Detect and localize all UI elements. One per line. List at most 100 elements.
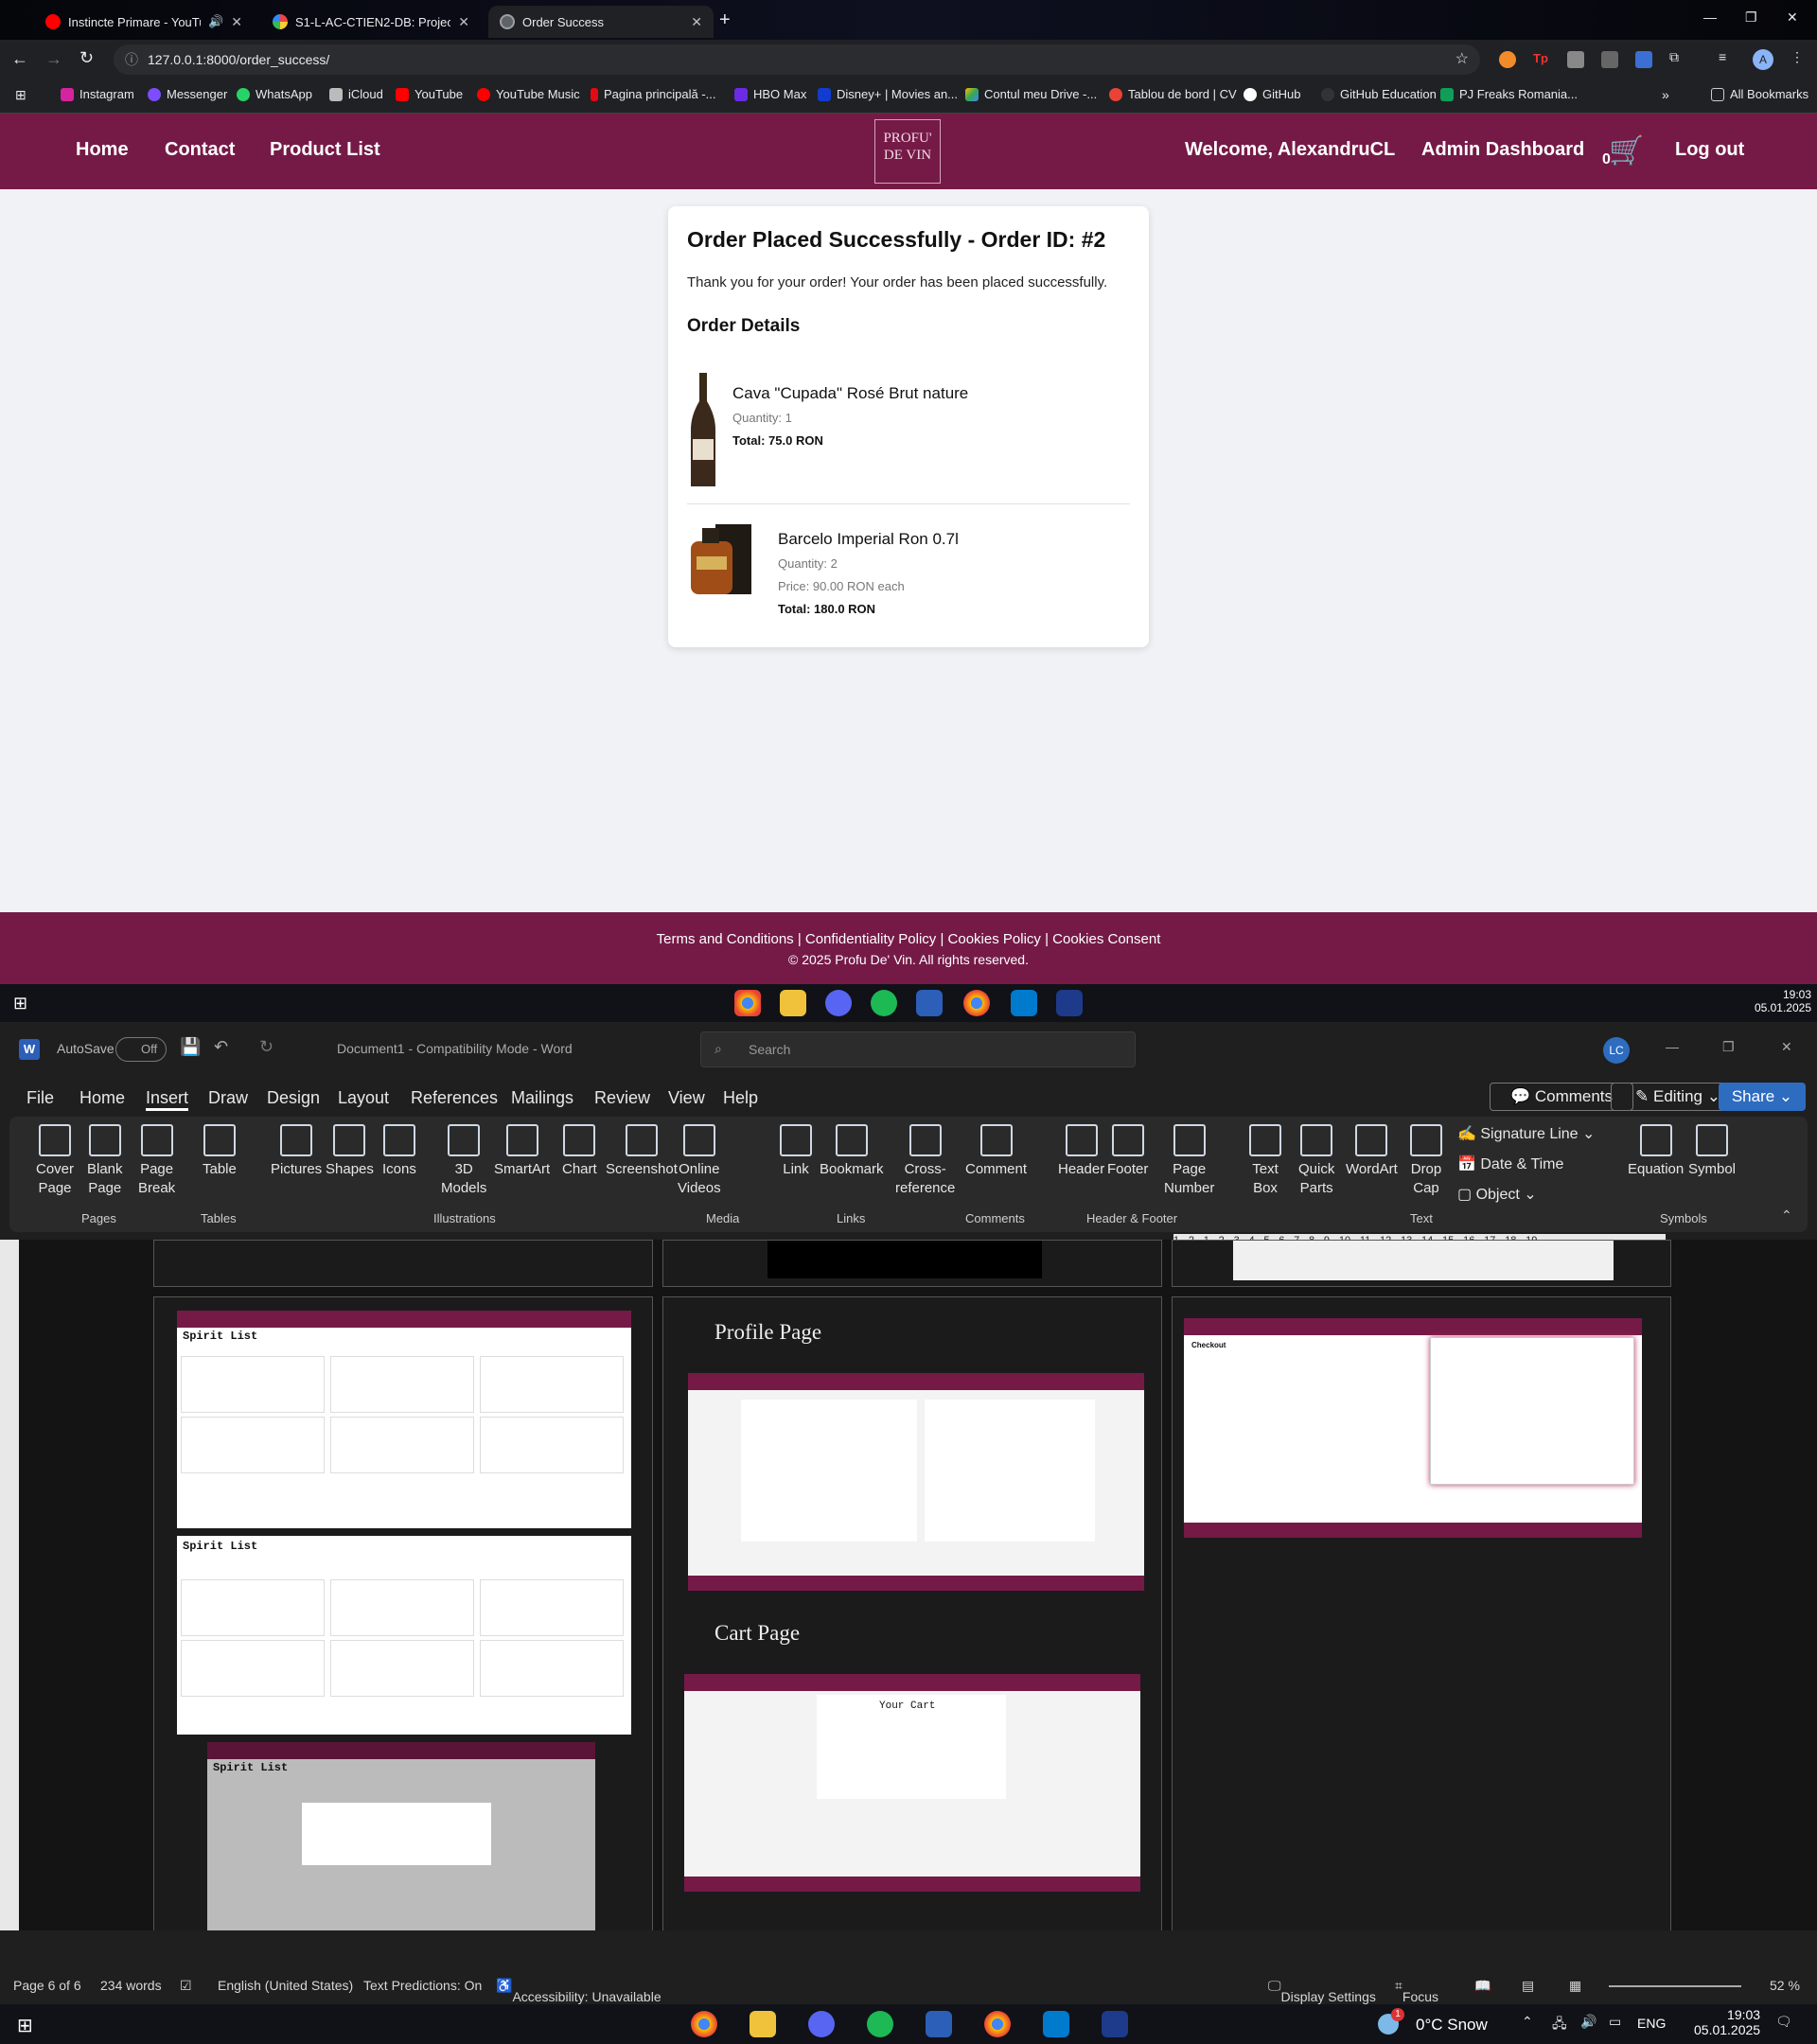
ribbon-button-online-videos[interactable]: Online Videos <box>678 1124 721 1198</box>
ribbon-button-page-break[interactable]: Page Break <box>138 1124 175 1198</box>
ribbon-button-blank-page[interactable]: Blank Page <box>87 1124 123 1198</box>
word-search-box[interactable]: ⌕ Search <box>700 1031 1136 1067</box>
close-tab-icon[interactable]: ✕ <box>691 14 702 30</box>
ribbon-button-table[interactable]: Table <box>203 1124 237 1179</box>
status-accessibility[interactable]: ♿ Accessibility: Unavailable <box>496 1978 662 2004</box>
windows-start-icon[interactable]: ⊞ <box>13 994 27 1013</box>
menu-draw[interactable]: Draw <box>208 1088 248 1108</box>
powershell-icon[interactable] <box>1056 990 1083 1016</box>
share-button[interactable]: Share ⌄ <box>1719 1083 1806 1111</box>
status-language[interactable]: English (United States) <box>218 1978 353 1993</box>
nav-logout[interactable]: Log out <box>1675 139 1744 161</box>
minimize-icon[interactable]: — <box>1703 9 1717 25</box>
bookmark-disney[interactable]: Disney+ | Movies an... <box>818 87 958 101</box>
speaker-icon[interactable]: 🔊 <box>208 14 223 29</box>
bookmark-github-education[interactable]: GitHub Education <box>1321 87 1437 101</box>
notifications-icon[interactable]: 🗨 <box>1775 2014 1792 2030</box>
ribbon-button-quick-parts[interactable]: Quick Parts <box>1298 1124 1334 1198</box>
object-button[interactable]: ▢ Object ⌄ <box>1457 1185 1537 1204</box>
word-icon[interactable] <box>916 990 943 1016</box>
bookmark-youtube-music[interactable]: YouTube Music <box>477 87 580 101</box>
nav-product-list[interactable]: Product List <box>270 139 380 161</box>
vertical-ruler[interactable] <box>0 1240 19 1930</box>
bookmark-netflix[interactable]: Pagina principală -... <box>591 87 716 101</box>
status-display-settings[interactable]: 🖵 Display Settings <box>1268 1978 1376 2004</box>
word-icon[interactable] <box>926 2011 952 2037</box>
ribbon-button-shapes[interactable]: Shapes <box>326 1124 374 1179</box>
spotify-icon[interactable] <box>867 2011 893 2037</box>
ribbon-button-text-box[interactable]: Text Box <box>1249 1124 1281 1198</box>
ribbon-button-header[interactable]: Header <box>1058 1124 1104 1179</box>
redo-icon[interactable]: ↻ <box>259 1037 273 1057</box>
bookmark-hbo-max[interactable]: HBO Max <box>734 87 806 101</box>
bookmark-drive[interactable]: Contul meu Drive -... <box>965 87 1097 101</box>
ribbon-button-link[interactable]: Link <box>780 1124 812 1179</box>
proofing-icon[interactable]: ☑ <box>180 1978 192 1994</box>
minimize-icon[interactable]: — <box>1666 1039 1679 1054</box>
ribbon-button-icons[interactable]: Icons <box>382 1124 416 1179</box>
ribbon-button-page-number[interactable]: Page Number <box>1164 1124 1214 1198</box>
footer-links[interactable]: Terms and Conditions | Confidentiality P… <box>0 931 1817 947</box>
extension-icon[interactable] <box>1567 51 1584 68</box>
ribbon-button-pictures[interactable]: Pictures <box>271 1124 322 1179</box>
menu-mailings[interactable]: Mailings <box>511 1088 573 1108</box>
new-tab-icon[interactable]: + <box>719 9 731 31</box>
ribbon-button-symbol[interactable]: Symbol <box>1688 1124 1736 1179</box>
close-icon[interactable]: ✕ <box>1781 1039 1792 1055</box>
status-page[interactable]: Page 6 of 6 <box>13 1978 81 1993</box>
document-canvas[interactable]: Spirit List Spirit List Spirit List Prof… <box>0 1240 1817 1930</box>
ribbon-button-equation[interactable]: Equation <box>1628 1124 1684 1179</box>
undo-icon[interactable]: ↶ <box>214 1037 228 1057</box>
profile-avatar[interactable]: A <box>1753 49 1773 70</box>
apps-grid-icon[interactable]: ⊞ <box>15 87 26 103</box>
ribbon-button-bookmark[interactable]: Bookmark <box>820 1124 884 1179</box>
more-bookmarks-icon[interactable]: » <box>1662 87 1669 102</box>
battery-icon[interactable]: ▭ <box>1609 2014 1621 2030</box>
star-icon[interactable]: ☆ <box>1455 44 1469 75</box>
menu-insert[interactable]: Insert <box>146 1088 189 1111</box>
ribbon-button-chart[interactable]: Chart <box>562 1124 597 1179</box>
menu-home[interactable]: Home <box>79 1088 125 1108</box>
ribbon-button-wordart[interactable]: WordArt <box>1346 1124 1398 1179</box>
bookmark-pj-freaks[interactable]: PJ Freaks Romania... <box>1440 87 1578 101</box>
ribbon-button-cross-reference[interactable]: Cross-reference <box>895 1124 955 1198</box>
signature-line-button[interactable]: ✍ Signature Line ⌄ <box>1457 1124 1595 1143</box>
extensions-puzzle-icon[interactable]: ⧉ <box>1669 49 1679 65</box>
menu-file[interactable]: File <box>26 1088 54 1108</box>
chrome-icon[interactable] <box>734 990 761 1016</box>
extension-icon[interactable] <box>1601 51 1618 68</box>
status-focus[interactable]: ⌗ Focus <box>1395 1978 1438 2004</box>
chrome-icon[interactable] <box>963 990 990 1016</box>
chrome-icon[interactable] <box>984 2011 1011 2037</box>
weather-text[interactable]: 0°C Snow <box>1416 2016 1488 2035</box>
zoom-slider[interactable] <box>1609 1985 1741 1987</box>
user-avatar[interactable]: LC <box>1603 1037 1630 1064</box>
forward-icon[interactable]: → <box>45 49 62 69</box>
close-tab-icon[interactable]: ✕ <box>231 14 242 30</box>
windows-start-icon[interactable]: ⊞ <box>17 2014 33 2037</box>
bookmark-github[interactable]: GitHub <box>1244 87 1300 101</box>
file-explorer-icon[interactable] <box>750 2011 776 2037</box>
bookmark-icloud[interactable]: iCloud <box>329 87 383 101</box>
autosave-toggle[interactable]: Off <box>115 1037 167 1062</box>
bookmark-instagram[interactable]: Instagram <box>61 87 134 101</box>
read-mode-icon[interactable]: 📖 <box>1474 1978 1491 1994</box>
vscode-icon[interactable] <box>1011 990 1037 1016</box>
date-time-button[interactable]: 📅 Date & Time <box>1457 1154 1563 1173</box>
tab-project[interactable]: S1-L-AC-CTIEN2-DB: Project up ✕ <box>261 6 481 38</box>
nav-admin-dashboard[interactable]: Admin Dashboard <box>1421 139 1584 161</box>
menu-view[interactable]: View <box>668 1088 705 1108</box>
ribbon-button-drop-cap[interactable]: Drop Cap <box>1410 1124 1442 1198</box>
ribbon-button-comment[interactable]: Comment <box>965 1124 1027 1179</box>
ribbon-button-footer[interactable]: Footer <box>1107 1124 1148 1179</box>
menu-design[interactable]: Design <box>267 1088 320 1108</box>
restore-icon[interactable]: ❐ <box>1722 1039 1735 1055</box>
extension-tp-icon[interactable]: Tp <box>1533 51 1550 68</box>
vscode-icon[interactable] <box>1043 2011 1069 2037</box>
menu-references[interactable]: References <box>411 1088 498 1108</box>
maximize-icon[interactable]: ❐ <box>1745 9 1757 26</box>
menu-kebab-icon[interactable]: ⋮ <box>1791 49 1804 65</box>
save-icon[interactable]: 💾 <box>180 1037 201 1057</box>
nav-contact[interactable]: Contact <box>165 139 235 161</box>
extension-icon[interactable] <box>1635 51 1652 68</box>
